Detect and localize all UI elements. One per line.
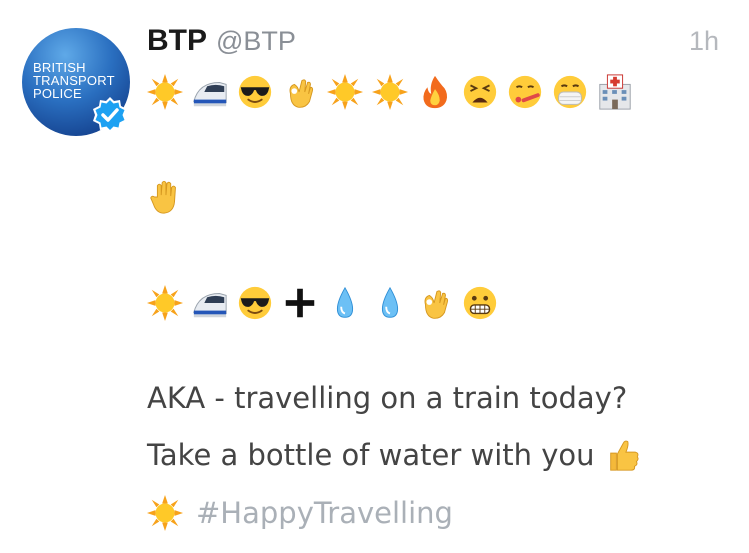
- display-name[interactable]: BTP: [147, 24, 207, 58]
- fire-icon: [416, 73, 454, 111]
- mask-face-icon: [551, 73, 589, 111]
- tweet-text-line: Take a bottle of water with you: [147, 436, 643, 474]
- user-handle[interactable]: @BTP: [216, 26, 296, 57]
- train-icon: [191, 73, 229, 111]
- sun-icon: [146, 73, 184, 111]
- tired-face-icon: [461, 73, 499, 111]
- thermometer-face-icon: [506, 73, 544, 111]
- tweet-text: Take a bottle of water with you: [147, 438, 595, 472]
- droplet-icon: [326, 284, 364, 322]
- emoji-row-3: [146, 283, 506, 323]
- verified-badge-icon: [90, 95, 130, 135]
- tweet-text-line: AKA - travelling on a train today?: [147, 381, 628, 415]
- sunglasses-face-icon: [236, 284, 274, 322]
- timestamp[interactable]: 1h: [689, 26, 719, 57]
- hashtag-link[interactable]: #HappyTravelling: [196, 496, 453, 530]
- ok-hand-icon: [416, 284, 454, 322]
- sun-icon: [146, 494, 184, 532]
- sunglasses-face-icon: [236, 73, 274, 111]
- emoji-row-1: [146, 72, 641, 112]
- tweet[interactable]: BRITISH TRANSPORT POLICE BTP @BTP 1h AKA…: [0, 0, 749, 553]
- raised-hand-icon: [146, 178, 184, 216]
- emoji-row-2: [146, 177, 191, 217]
- sun-icon: [146, 284, 184, 322]
- grimacing-face-icon: [461, 284, 499, 322]
- plus-icon: [281, 284, 319, 322]
- ok-hand-icon: [281, 73, 319, 111]
- sun-icon: [326, 73, 364, 111]
- sun-icon: [371, 73, 409, 111]
- train-icon: [191, 284, 229, 322]
- hashtag-row: #HappyTravelling: [146, 494, 453, 532]
- avatar[interactable]: BRITISH TRANSPORT POLICE: [22, 28, 130, 136]
- thumbs-up-icon: [605, 436, 643, 474]
- hospital-icon: [596, 73, 634, 111]
- droplet-icon: [371, 284, 409, 322]
